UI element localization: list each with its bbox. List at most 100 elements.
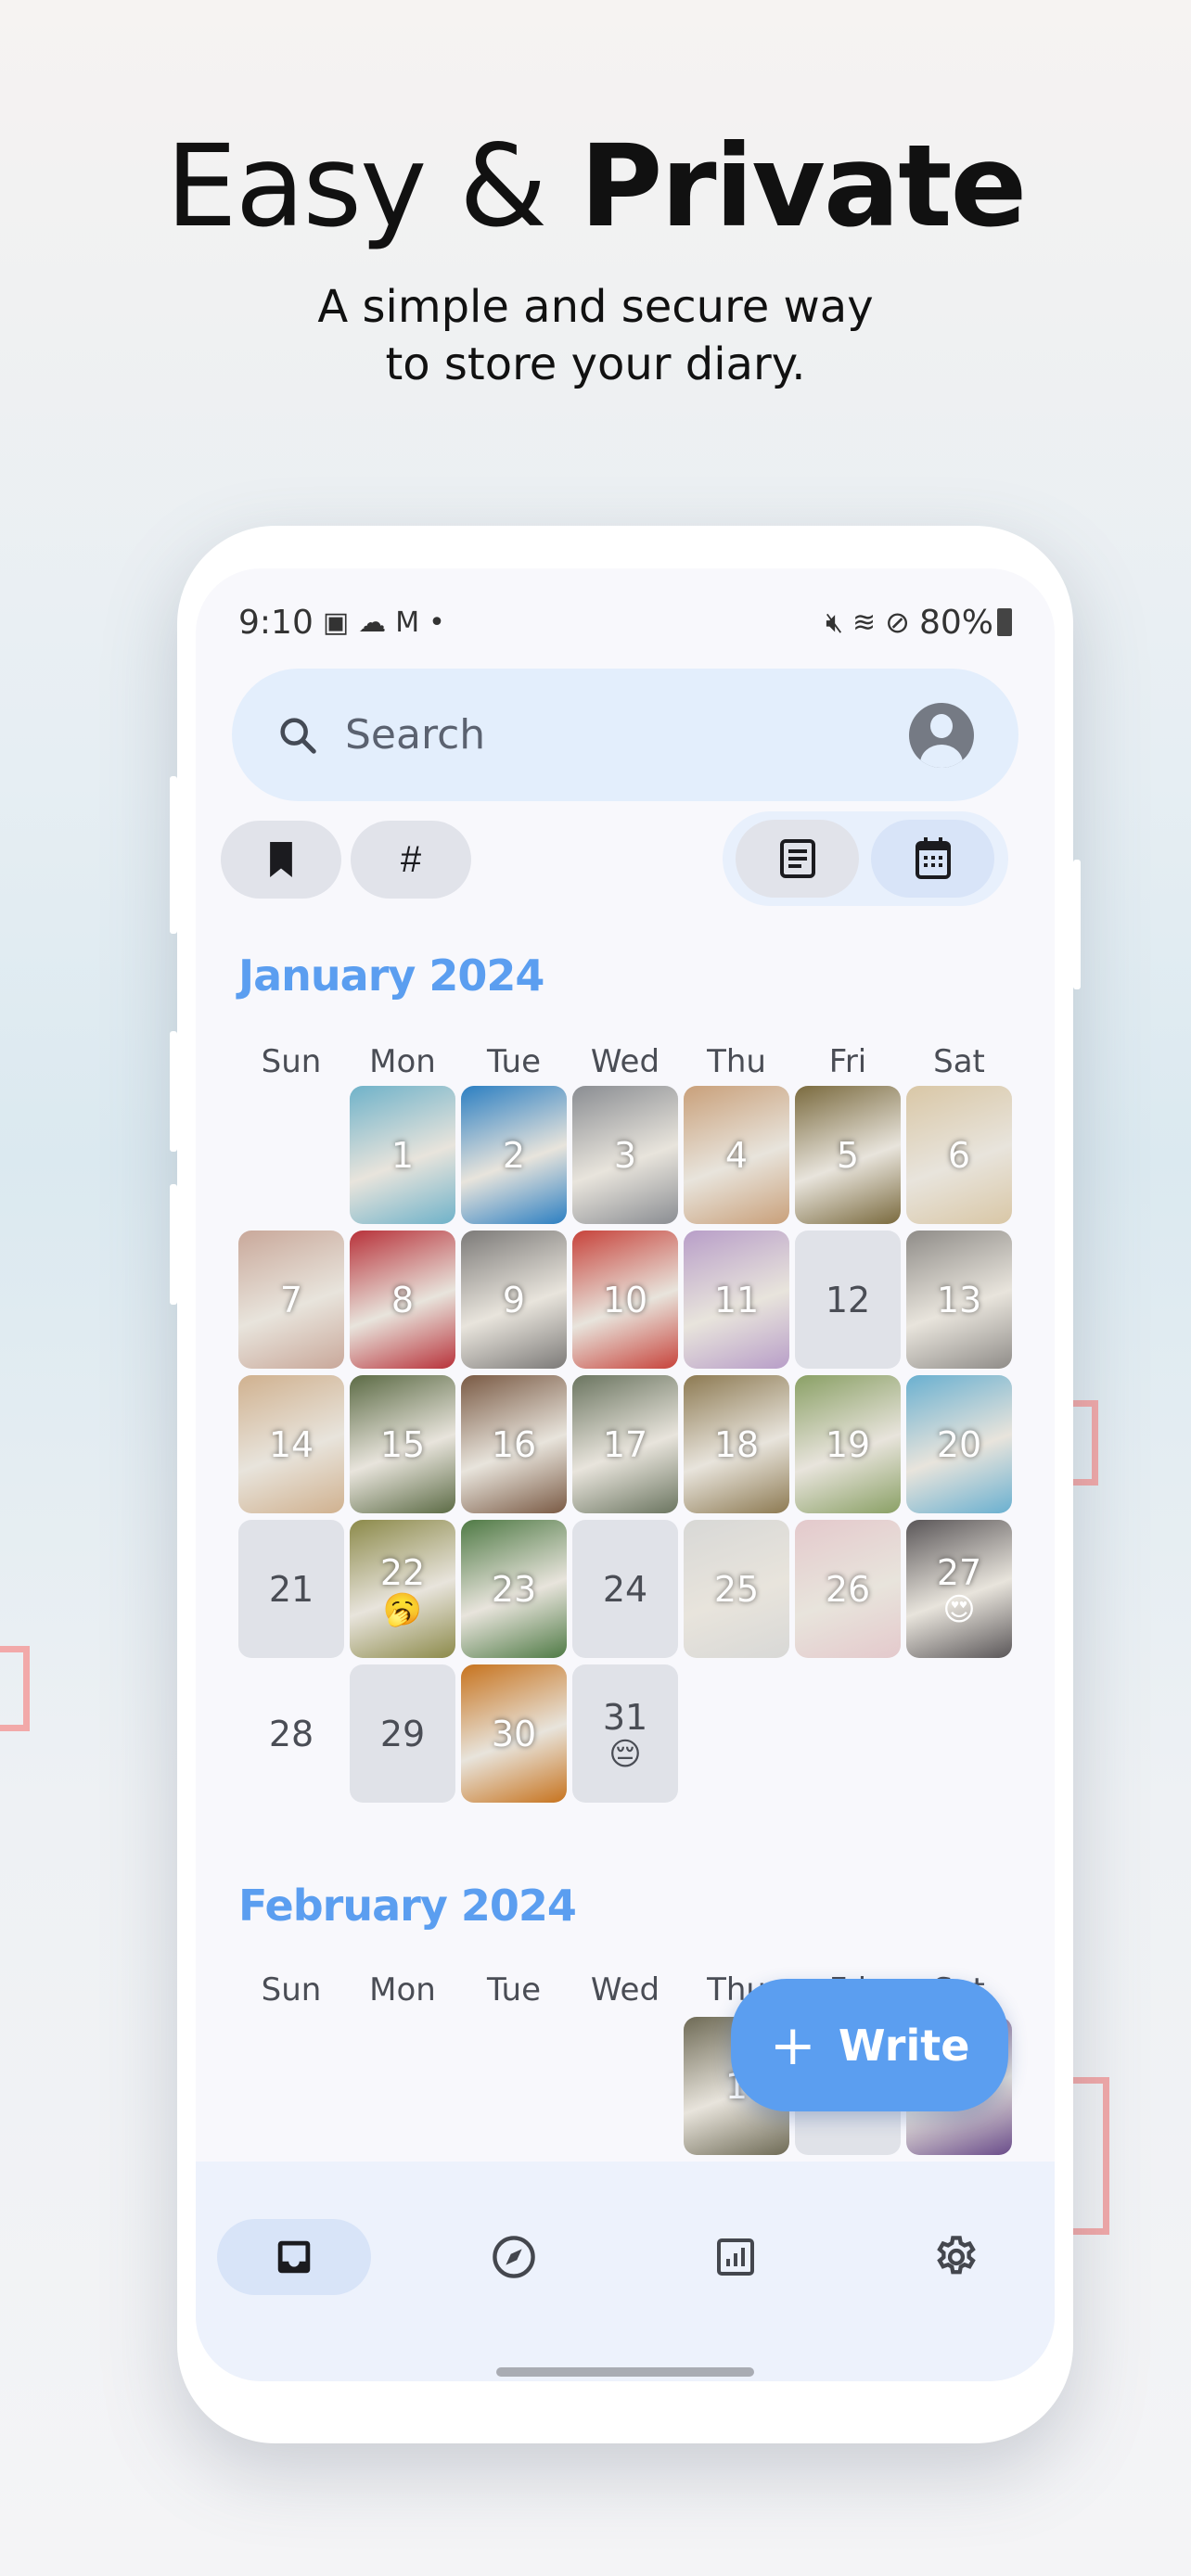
avatar[interactable] [909,702,974,768]
calendar-day[interactable]: 2 [461,1086,567,1224]
calendar-day[interactable]: 9 [461,1231,567,1369]
view-toggle [723,811,1008,906]
calendar-view-button[interactable] [871,820,994,898]
hero-title-bold: Private [579,121,1027,252]
calendar-day[interactable]: 22 🥱 [350,1520,455,1658]
calendar-day[interactable]: 11 [684,1231,789,1369]
calendar-day[interactable]: 28 [238,1664,344,1803]
hero-title-light: Easy & [165,121,580,252]
weekday-label: Sun [261,1971,322,2009]
app-screen: 9:10 ▣ ☁ M • 🔇︎ ≋ ⊘ 80% Search # January… [196,568,1055,2381]
day-number: 1 [391,1134,415,1176]
day-number: 27 [936,1551,982,1593]
subtitle-line: to store your diary. [385,338,806,390]
bookmark-filter-button[interactable] [221,821,341,899]
day-number: 24 [602,1568,648,1610]
side-button [170,776,177,934]
day-number: 15 [379,1423,426,1465]
day-number: 5 [836,1134,860,1176]
calendar-day[interactable]: 1 [350,1086,455,1224]
day-number: 7 [279,1279,303,1320]
calendar-day[interactable]: 8 [350,1231,455,1369]
day-number: 18 [713,1423,760,1465]
weekday-label: Tue [486,1043,542,1080]
chart-icon [717,2238,754,2276]
calendar-day[interactable]: 4 [684,1086,789,1224]
calendar-day[interactable]: 14 [238,1375,344,1513]
weekday-label: Wed [590,1971,660,2009]
calendar-day[interactable]: 19 [795,1375,901,1513]
calendar-day[interactable]: 3 [572,1086,678,1224]
calendar-day[interactable]: 7 [238,1231,344,1369]
bottom-nav [196,2162,1055,2381]
hero-subtitle: A simple and secure way to store your dia… [0,278,1191,393]
calendar-view-icon [915,837,951,879]
day-number: 25 [713,1568,760,1610]
search-icon [280,717,316,754]
day-number: 31 [602,1696,648,1738]
day-number: 21 [268,1568,314,1610]
calendar-day[interactable]: 5 [795,1086,901,1224]
day-number: 20 [936,1423,982,1465]
weekday-label: Sat [933,1043,985,1080]
day-number: 3 [613,1134,637,1176]
day-number: 30 [491,1713,537,1754]
day-number: 17 [602,1423,648,1465]
day-number: 22 [379,1551,426,1593]
search-bar[interactable]: Search [232,669,1018,801]
day-number: 9 [502,1279,526,1320]
wifi-icon: ≋ [852,606,877,639]
weekday-label: Wed [590,1043,660,1080]
home-indicator[interactable] [496,2367,754,2377]
nav-stats[interactable] [659,2219,813,2295]
calendar-day[interactable]: 25 [684,1520,789,1658]
calendar-day[interactable]: 27 😍 [906,1520,1012,1658]
calendar-day[interactable]: 12 [795,1231,901,1369]
day-number: 29 [379,1713,426,1754]
day-number: 23 [491,1568,537,1610]
nav-explore[interactable] [437,2219,591,2295]
decor-bracket [0,1646,30,1731]
battery-level: 80% [918,603,993,642]
calendar-day[interactable]: 13 [906,1231,1012,1369]
nav-settings[interactable] [879,2219,1033,2295]
day-number: 6 [947,1134,971,1176]
calendar-day[interactable]: 26 [795,1520,901,1658]
subtitle-line: A simple and secure way [317,281,874,333]
mood-emoji: 🥱 [382,1590,423,1628]
calendar-day[interactable]: 17 [572,1375,678,1513]
day-number: 4 [724,1134,749,1176]
calendar-day[interactable]: 30 [461,1664,567,1803]
day-number: 19 [825,1423,871,1465]
calendar-day[interactable]: 31 😔 [572,1664,678,1803]
calendar-day[interactable]: 18 [684,1375,789,1513]
calendar-day[interactable]: 10 [572,1231,678,1369]
weekday-label: Sun [261,1043,322,1080]
gmail-icon: M [395,606,420,639]
write-button[interactable]: + Write [731,1979,1008,2111]
plus-icon: + [769,2012,816,2078]
inbox-icon [277,2240,311,2274]
calendar-day[interactable]: 6 [906,1086,1012,1224]
calendar-day[interactable]: 29 [350,1664,455,1803]
day-number: 2 [502,1134,526,1176]
calendar-day[interactable]: 20 [906,1375,1012,1513]
calendar-day[interactable]: 15 [350,1375,455,1513]
list-view-button[interactable] [736,820,859,898]
weekday-label: Thu [707,1043,766,1080]
calendar-day[interactable]: 21 [238,1520,344,1658]
hashtag-icon: # [400,838,422,880]
weekday-label: Fri [828,1043,867,1080]
day-number: 13 [936,1279,982,1320]
nav-journal[interactable] [217,2219,371,2295]
calendar-day[interactable]: 23 [461,1520,567,1658]
phone-frame: 9:10 ▣ ☁ M • 🔇︎ ≋ ⊘ 80% Search # January… [170,526,1081,2443]
side-button [170,1184,177,1305]
calendar-day[interactable]: 24 [572,1520,678,1658]
dot-icon: • [429,606,445,639]
bookmark-icon [270,842,292,877]
dnd-icon: ⊘ [885,605,910,640]
tag-filter-button[interactable]: # [351,821,471,899]
calendar-day[interactable]: 16 [461,1375,567,1513]
search-placeholder: Search [345,711,486,759]
